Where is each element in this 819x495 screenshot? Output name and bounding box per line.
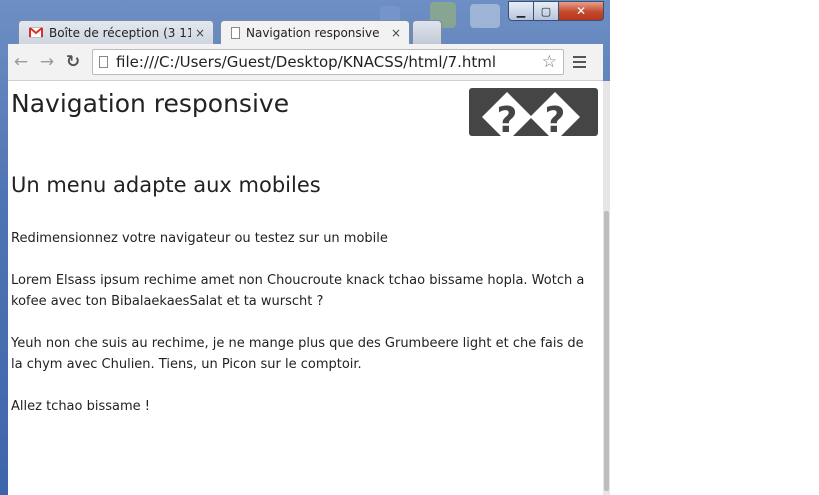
reload-icon[interactable]: ↻ bbox=[60, 52, 86, 72]
vertical-scrollbar[interactable] bbox=[603, 81, 610, 495]
tab-label: Boîte de réception (3 11 bbox=[49, 25, 191, 40]
paragraph: Lorem Elsass ipsum rechime amet non Chou… bbox=[11, 273, 585, 309]
minimize-button[interactable]: ▁ bbox=[508, 1, 534, 21]
tab-strip: Boîte de réception (3 11 × Navigation re… bbox=[14, 20, 574, 44]
logo-glyph: ? bbox=[545, 100, 566, 136]
scrollbar-thumb[interactable] bbox=[604, 211, 609, 491]
back-icon[interactable]: ← bbox=[8, 52, 34, 72]
document-icon bbox=[99, 56, 108, 68]
browser-toolbar: ← → ↻ file:///C:/Users/Guest/Desktop/KNA… bbox=[8, 44, 603, 81]
tab-close-icon[interactable]: × bbox=[391, 26, 401, 40]
forward-icon[interactable]: → bbox=[34, 52, 60, 72]
gmail-icon bbox=[29, 27, 43, 38]
close-window-button[interactable]: ✕ bbox=[559, 1, 604, 21]
paragraph: Redimensionnez votre navigateur ou teste… bbox=[11, 231, 388, 246]
paragraph: Yeuh non che suis au rechime, je ne mang… bbox=[11, 336, 584, 372]
section-heading: Un menu adapte aux mobiles bbox=[11, 173, 321, 197]
document-icon bbox=[231, 26, 240, 39]
bookmark-star-icon[interactable]: ☆ bbox=[542, 52, 557, 72]
menu-icon[interactable] bbox=[570, 56, 588, 68]
window-caption-buttons: ▁ ▢ ✕ bbox=[508, 1, 604, 21]
paragraph: Allez tchao bissame ! bbox=[11, 399, 150, 414]
maximize-button[interactable]: ▢ bbox=[534, 1, 559, 21]
logo-glyph: ? bbox=[497, 100, 518, 136]
missing-image-icon: ? ? bbox=[469, 88, 598, 136]
url-text[interactable]: file:///C:/Users/Guest/Desktop/KNACSS/ht… bbox=[116, 53, 542, 71]
new-tab-button[interactable] bbox=[412, 20, 442, 44]
page-title: Navigation responsive bbox=[11, 89, 290, 118]
page-viewport: Navigation responsive ? ? Un menu adapte… bbox=[8, 81, 603, 495]
tab-close-icon[interactable]: × bbox=[195, 26, 205, 40]
tab-navigation-responsive[interactable]: Navigation responsive × bbox=[220, 20, 410, 44]
tab-gmail-inbox[interactable]: Boîte de réception (3 11 × bbox=[18, 20, 214, 44]
address-bar[interactable]: file:///C:/Users/Guest/Desktop/KNACSS/ht… bbox=[92, 49, 564, 75]
tab-label: Navigation responsive bbox=[246, 25, 380, 40]
